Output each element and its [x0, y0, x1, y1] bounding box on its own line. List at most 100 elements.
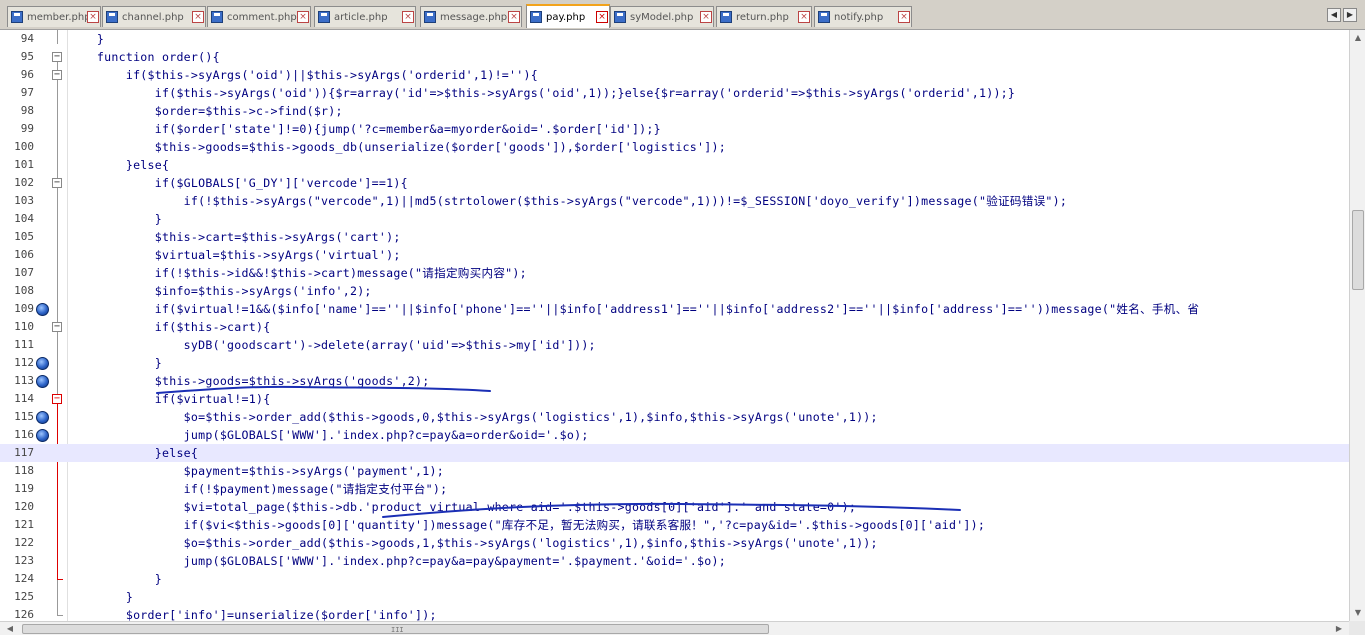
tab-article-php[interactable]: article.php ×: [314, 6, 416, 27]
code-line[interactable]: 124 }: [0, 570, 1349, 588]
tab-label: article.php: [334, 11, 388, 23]
tab-message-php[interactable]: message.php ×: [420, 6, 522, 27]
code-text: }else{: [68, 446, 199, 460]
line-number: 100: [14, 140, 34, 153]
code-text: $o=$this->order_add($this->goods,0,$this…: [68, 410, 878, 424]
close-icon[interactable]: ×: [508, 11, 520, 23]
bookmark-icon[interactable]: [36, 357, 49, 370]
line-number: 124: [14, 572, 34, 585]
code-line[interactable]: 117 }else{: [0, 444, 1349, 462]
fold-toggle-icon[interactable]: −: [52, 322, 62, 332]
tab-syModel-php[interactable]: syModel.php ×: [610, 6, 714, 27]
code-line[interactable]: 107 if(!$this->id&&!$this->cart)message(…: [0, 264, 1349, 282]
tab-label: syModel.php: [630, 11, 694, 23]
code-text: }else{: [68, 158, 170, 172]
code-line[interactable]: 120 $vi=total_page($this->db.'product_vi…: [0, 498, 1349, 516]
tab-label: notify.php: [834, 11, 884, 23]
code-text: jump($GLOBALS['WWW'].'index.php?c=pay&a=…: [68, 554, 726, 568]
code-line[interactable]: 100 $this->goods=$this->goods_db(unseria…: [0, 138, 1349, 156]
code-text: }: [68, 32, 105, 46]
code-line[interactable]: 103 if(!$this->syArgs("vercode",1)||md5(…: [0, 192, 1349, 210]
code-line[interactable]: 116 jump($GLOBALS['WWW'].'index.php?c=pa…: [0, 426, 1349, 444]
code-line[interactable]: 96 − if($this->syArgs('oid')||$this->syAr…: [0, 66, 1349, 84]
up-arrow-icon[interactable]: ▲: [1351, 30, 1365, 46]
code-line[interactable]: 119 if(!$payment)message("请指定支付平台");: [0, 480, 1349, 498]
code-line[interactable]: 122 $o=$this->order_add($this->goods,1,$…: [0, 534, 1349, 552]
horizontal-scrollbar[interactable]: ◀ III ▶: [0, 621, 1365, 635]
code-line[interactable]: 111 syDB('goodscart')->delete(array('uid…: [0, 336, 1349, 354]
close-icon[interactable]: ×: [596, 11, 608, 23]
code-line[interactable]: 126 $order['info']=unserialize($order['i…: [0, 606, 1349, 621]
down-arrow-icon[interactable]: ▼: [1351, 605, 1365, 621]
bookmark-icon[interactable]: [36, 411, 49, 424]
file-tab-bar: member.php × channel.php × comment.php × artic…: [0, 0, 1365, 30]
line-number: 119: [14, 482, 34, 495]
code-line[interactable]: 95 − function order(){: [0, 48, 1349, 66]
code-line[interactable]: 112 }: [0, 354, 1349, 372]
code-line[interactable]: 94 }: [0, 30, 1349, 48]
close-icon[interactable]: ×: [192, 11, 204, 23]
code-text: }: [68, 212, 162, 226]
tab-pay-php[interactable]: pay.php ×: [526, 4, 610, 28]
line-number: 121: [14, 518, 34, 531]
bookmark-icon[interactable]: [36, 375, 49, 388]
code-text: jump($GLOBALS['WWW'].'index.php?c=pay&a=…: [68, 428, 589, 442]
code-line[interactable]: 106 $virtual=$this->syArgs('virtual');: [0, 246, 1349, 264]
code-line[interactable]: 114 − if($virtual!=1){: [0, 390, 1349, 408]
tab-comment-php[interactable]: comment.php ×: [207, 6, 311, 27]
bookmark-icon[interactable]: [36, 429, 49, 442]
line-number: 112: [14, 356, 34, 369]
line-number: 99: [20, 122, 34, 135]
code-line[interactable]: 105 $this->cart=$this->syArgs('cart');: [0, 228, 1349, 246]
code-text: $payment=$this->syArgs('payment',1);: [68, 464, 444, 478]
tab-member-php[interactable]: member.php ×: [7, 6, 101, 27]
code-line[interactable]: 98 $order=$this->c->find($r);: [0, 102, 1349, 120]
code-text: $vi=total_page($this->db.'product_virtua…: [68, 500, 857, 514]
code-line[interactable]: 101 }else{: [0, 156, 1349, 174]
fold-toggle-icon[interactable]: −: [52, 394, 62, 404]
code-text: }: [68, 590, 134, 604]
code-line[interactable]: 121 if($vi<$this->goods[0]['quantity'])m…: [0, 516, 1349, 534]
close-icon[interactable]: ×: [700, 11, 712, 23]
vertical-scroll-thumb[interactable]: [1352, 210, 1364, 290]
line-number: 106: [14, 248, 34, 261]
tab-notify-php[interactable]: notify.php ×: [814, 6, 912, 27]
save-file-icon: [106, 11, 118, 23]
close-icon[interactable]: ×: [402, 11, 414, 23]
vertical-scrollbar[interactable]: ▲ ▼: [1349, 30, 1365, 621]
code-line[interactable]: 109 if($virtual!=1&&($info['name']==''||…: [0, 300, 1349, 318]
code-line[interactable]: 125 }: [0, 588, 1349, 606]
close-icon[interactable]: ×: [297, 11, 309, 23]
code-text: if($this->syArgs('oid')){$r=array('id'=>…: [68, 86, 1016, 100]
horizontal-scroll-thumb[interactable]: III: [22, 624, 769, 634]
close-icon[interactable]: ×: [87, 11, 99, 23]
code-line[interactable]: 123 jump($GLOBALS['WWW'].'index.php?c=pa…: [0, 552, 1349, 570]
code-editor[interactable]: 94 } 95 − function order(){ 96 − if($this->s…: [0, 30, 1349, 621]
code-line[interactable]: 113 $this->goods=$this->syArgs('goods',2…: [0, 372, 1349, 390]
close-icon[interactable]: ×: [798, 11, 810, 23]
code-line[interactable]: 110 − if($this->cart){: [0, 318, 1349, 336]
arrow-left-icon[interactable]: ◀: [1327, 8, 1341, 22]
code-line[interactable]: 108 $info=$this->syArgs('info',2);: [0, 282, 1349, 300]
right-arrow-icon[interactable]: ▶: [1331, 622, 1347, 635]
code-line[interactable]: 97 if($this->syArgs('oid')){$r=array('id…: [0, 84, 1349, 102]
fold-toggle-icon[interactable]: −: [52, 70, 62, 80]
close-icon[interactable]: ×: [898, 11, 910, 23]
code-line[interactable]: 115 $o=$this->order_add($this->goods,0,$…: [0, 408, 1349, 426]
code-line[interactable]: 99 if($order['state']!=0){jump('?c=membe…: [0, 120, 1349, 138]
code-text: if(!$payment)message("请指定支付平台");: [68, 482, 448, 496]
code-line[interactable]: 104 }: [0, 210, 1349, 228]
left-arrow-icon[interactable]: ◀: [2, 622, 18, 635]
tab-label: pay.php: [546, 11, 586, 23]
arrow-right-icon[interactable]: ▶: [1343, 8, 1357, 22]
code-line[interactable]: 102 − if($GLOBALS['G_DY']['vercode']==1){: [0, 174, 1349, 192]
code-line[interactable]: 118 $payment=$this->syArgs('payment',1);: [0, 462, 1349, 480]
line-number: 114: [14, 392, 34, 405]
fold-toggle-icon[interactable]: −: [52, 178, 62, 188]
fold-toggle-icon[interactable]: −: [52, 52, 62, 62]
tab-channel-php[interactable]: channel.php ×: [102, 6, 206, 27]
bookmark-icon[interactable]: [36, 303, 49, 316]
line-number: 96: [20, 68, 34, 81]
code-text: $this->goods=$this->goods_db(unserialize…: [68, 140, 726, 154]
tab-return-php[interactable]: return.php ×: [716, 6, 812, 27]
